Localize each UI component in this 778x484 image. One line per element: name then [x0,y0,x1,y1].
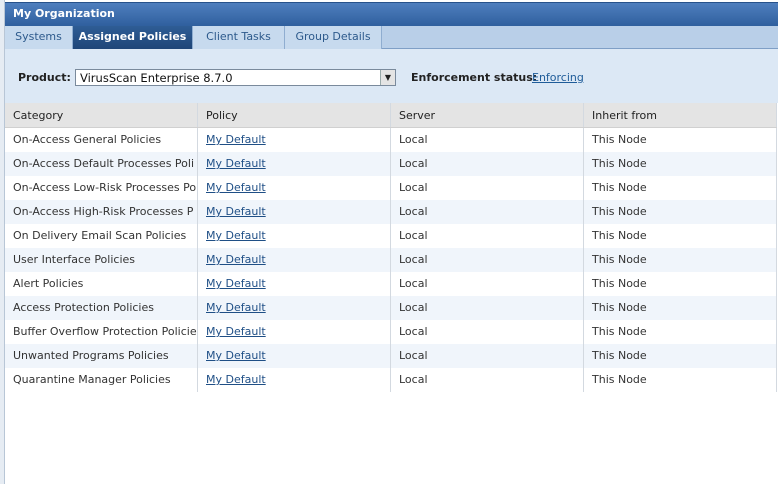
server-cell: Local [391,344,584,368]
tab-assigned-policies[interactable]: Assigned Policies [73,26,193,49]
tab-systems[interactable]: Systems [5,26,73,49]
column-header-category[interactable]: Category [5,103,198,127]
tab-group-details[interactable]: Group Details [285,26,382,49]
product-select[interactable]: VirusScan Enterprise 8.7.0 ▼ [75,69,396,86]
inherit-from-cell: This Node [584,272,777,296]
inherit-from-cell: This Node [584,344,777,368]
category-cell: Alert Policies [5,272,198,296]
policy-cell: My Default [198,224,391,248]
policy-link[interactable]: My Default [206,157,266,170]
category-cell: Quarantine Manager Policies [5,368,198,392]
server-cell: Local [391,272,584,296]
column-header-server[interactable]: Server [391,103,584,127]
chevron-down-icon[interactable]: ▼ [380,70,395,85]
inherit-from-cell: This Node [584,200,777,224]
enforcement-status-label: Enforcement status: [411,71,538,84]
inherit-from-cell: This Node [584,224,777,248]
policy-link[interactable]: My Default [206,229,266,242]
server-cell: Local [391,248,584,272]
tab-client-tasks[interactable]: Client Tasks [193,26,285,49]
table-row[interactable]: On-Access Default Processes Poli My Defau… [5,152,777,176]
policy-cell: My Default [198,248,391,272]
category-cell: User Interface Policies [5,248,198,272]
server-cell: Local [391,368,584,392]
inherit-from-cell: This Node [584,368,777,392]
page-title: My Organization [5,2,778,26]
tab-bar: Systems Assigned Policies Client Tasks G… [5,26,778,49]
enforcement-status-link[interactable]: Enforcing [532,71,584,84]
table-row[interactable]: Access Protection Policies My Default Loca… [5,296,777,320]
server-cell: Local [391,128,584,152]
table-header-row: Category Policy Server Inherit from [5,103,777,128]
policy-cell: My Default [198,200,391,224]
category-cell: On-Access General Policies [5,128,198,152]
server-cell: Local [391,200,584,224]
policy-link[interactable]: My Default [206,325,266,338]
column-header-policy[interactable]: Policy [198,103,391,127]
table-row[interactable]: Alert Policies My Default Local This Node [5,272,777,296]
policy-cell: My Default [198,368,391,392]
table-row[interactable]: User Interface Policies My Default Local Th… [5,248,777,272]
inherit-from-cell: This Node [584,176,777,200]
policy-link[interactable]: My Default [206,133,266,146]
server-cell: Local [391,320,584,344]
inherit-from-cell: This Node [584,128,777,152]
server-cell: Local [391,296,584,320]
table-row[interactable]: Buffer Overflow Protection Policie: My De… [5,320,777,344]
category-cell: Buffer Overflow Protection Policie: [5,320,198,344]
inherit-from-cell: This Node [584,152,777,176]
policy-cell: My Default [198,320,391,344]
policy-link[interactable]: My Default [206,301,266,314]
policy-link[interactable]: My Default [206,253,266,266]
policy-cell: My Default [198,272,391,296]
server-cell: Local [391,176,584,200]
category-cell: On Delivery Email Scan Policies [5,224,198,248]
category-cell: On-Access Default Processes Poli [5,152,198,176]
policy-link[interactable]: My Default [206,277,266,290]
table-row[interactable]: Quarantine Manager Policies My Default Loc… [5,368,777,392]
category-cell: On-Access High-Risk Processes P [5,200,198,224]
policy-cell: My Default [198,176,391,200]
product-label: Product: [18,71,71,84]
policy-cell: My Default [198,296,391,320]
product-select-value: VirusScan Enterprise 8.7.0 [80,71,233,85]
inherit-from-cell: This Node [584,296,777,320]
table-row[interactable]: Unwanted Programs Policies My Default Loca… [5,344,777,368]
category-cell: Unwanted Programs Policies [5,344,198,368]
policy-cell: My Default [198,128,391,152]
table-row[interactable]: On-Access Low-Risk Processes Po My Defaul… [5,176,777,200]
policy-link[interactable]: My Default [206,349,266,362]
inherit-from-cell: This Node [584,320,777,344]
policies-table: Category Policy Server Inherit from On-A… [5,103,777,392]
column-header-inherit-from[interactable]: Inherit from [584,103,777,127]
category-cell: On-Access Low-Risk Processes Po [5,176,198,200]
category-cell: Access Protection Policies [5,296,198,320]
table-row[interactable]: On-Access High-Risk Processes P My Defaul… [5,200,777,224]
policy-link[interactable]: My Default [206,373,266,386]
policy-link[interactable]: My Default [206,181,266,194]
table-row[interactable]: On-Access General Policies My Default Loca… [5,128,777,152]
table-body: On-Access General Policies My Default Loca… [5,128,777,392]
product-toolbar: Product: VirusScan Enterprise 8.7.0 ▼ En… [5,49,778,103]
policy-cell: My Default [198,344,391,368]
table-row[interactable]: On Delivery Email Scan Policies My Defaul… [5,224,777,248]
policy-cell: My Default [198,152,391,176]
policy-link[interactable]: My Default [206,205,266,218]
inherit-from-cell: This Node [584,248,777,272]
server-cell: Local [391,224,584,248]
server-cell: Local [391,152,584,176]
